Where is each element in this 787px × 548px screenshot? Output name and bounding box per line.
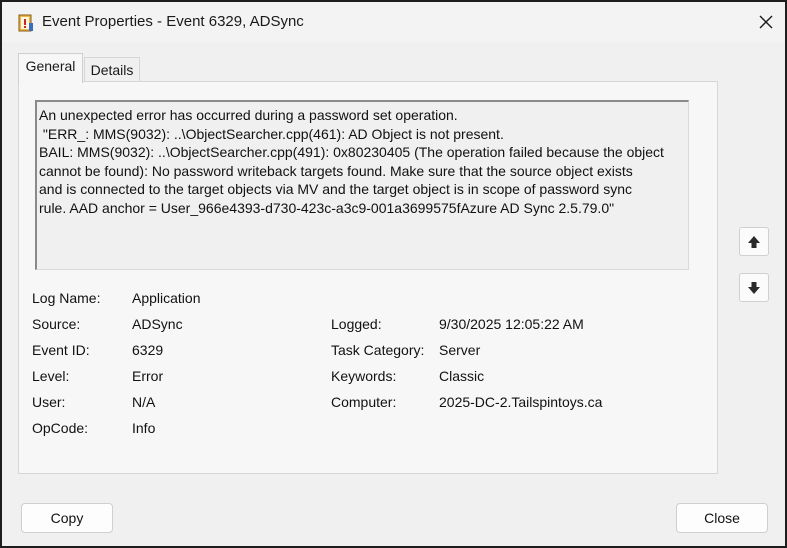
- logged-value: 9/30/2025 12:05:22 AM: [439, 316, 584, 332]
- message-line: An unexpected error has occurred during …: [39, 107, 458, 123]
- message-line: rule. AAD anchor = User_966e4393-d730-42…: [39, 199, 615, 216]
- next-event-button[interactable]: [739, 273, 769, 302]
- task-category-value: Server: [439, 342, 481, 358]
- level-value: Error: [132, 368, 164, 384]
- event-id-value: 6329: [132, 342, 164, 358]
- tab-general-label: General: [25, 58, 76, 74]
- arrow-up-icon: [748, 235, 760, 248]
- arrow-down-icon: [748, 281, 760, 294]
- level-label: Level:: [32, 368, 70, 384]
- close-button-label: Close: [704, 510, 740, 526]
- computer-value: 2025-DC-2.Tailspintoys.ca: [439, 394, 603, 410]
- log-name-value: Application: [132, 290, 201, 306]
- copy-button-label: Copy: [50, 510, 84, 526]
- opcode-value: Info: [132, 420, 156, 436]
- tab-details-label: Details: [90, 62, 134, 78]
- close-icon: [759, 15, 773, 29]
- source-value: ADSync: [132, 316, 183, 332]
- title-bar: Event Properties - Event 6329, ADSync: [2, 2, 785, 42]
- tab-general[interactable]: General: [18, 53, 83, 83]
- keywords-value: Classic: [439, 368, 485, 384]
- event-id-label: Event ID:: [32, 342, 90, 358]
- tab-details[interactable]: Details: [84, 57, 140, 82]
- task-category-label: Task Category:: [331, 342, 425, 358]
- previous-event-button[interactable]: [739, 227, 769, 256]
- log-name-label: Log Name:: [32, 290, 101, 306]
- message-line: BAIL: MMS(9032): ..\ObjectSearcher.cpp(4…: [39, 144, 664, 161]
- close-button[interactable]: Close: [676, 503, 768, 533]
- close-window-button[interactable]: [750, 8, 782, 36]
- message-line: and is connected to the target objects v…: [39, 181, 633, 198]
- message-line: "ERR_: MMS(9032): ..\ObjectSearcher.cpp(…: [39, 125, 504, 142]
- event-properties-window: Event Properties - Event 6329, ADSync Ge…: [0, 0, 787, 548]
- computer-label: Computer:: [331, 394, 397, 410]
- source-label: Source:: [32, 316, 81, 332]
- event-message-textbox[interactable]: An unexpected error has occurred during …: [35, 100, 689, 270]
- keywords-label: Keywords:: [331, 368, 397, 384]
- opcode-label: OpCode:: [32, 420, 89, 436]
- event-viewer-icon: [18, 14, 33, 32]
- copy-button[interactable]: Copy: [21, 503, 113, 533]
- user-label: User:: [32, 394, 66, 410]
- logged-label: Logged:: [331, 316, 382, 332]
- user-value: N/A: [132, 394, 156, 410]
- window-title: Event Properties - Event 6329, ADSync: [42, 13, 304, 30]
- message-line: cannot be found): No password writeback …: [39, 162, 633, 179]
